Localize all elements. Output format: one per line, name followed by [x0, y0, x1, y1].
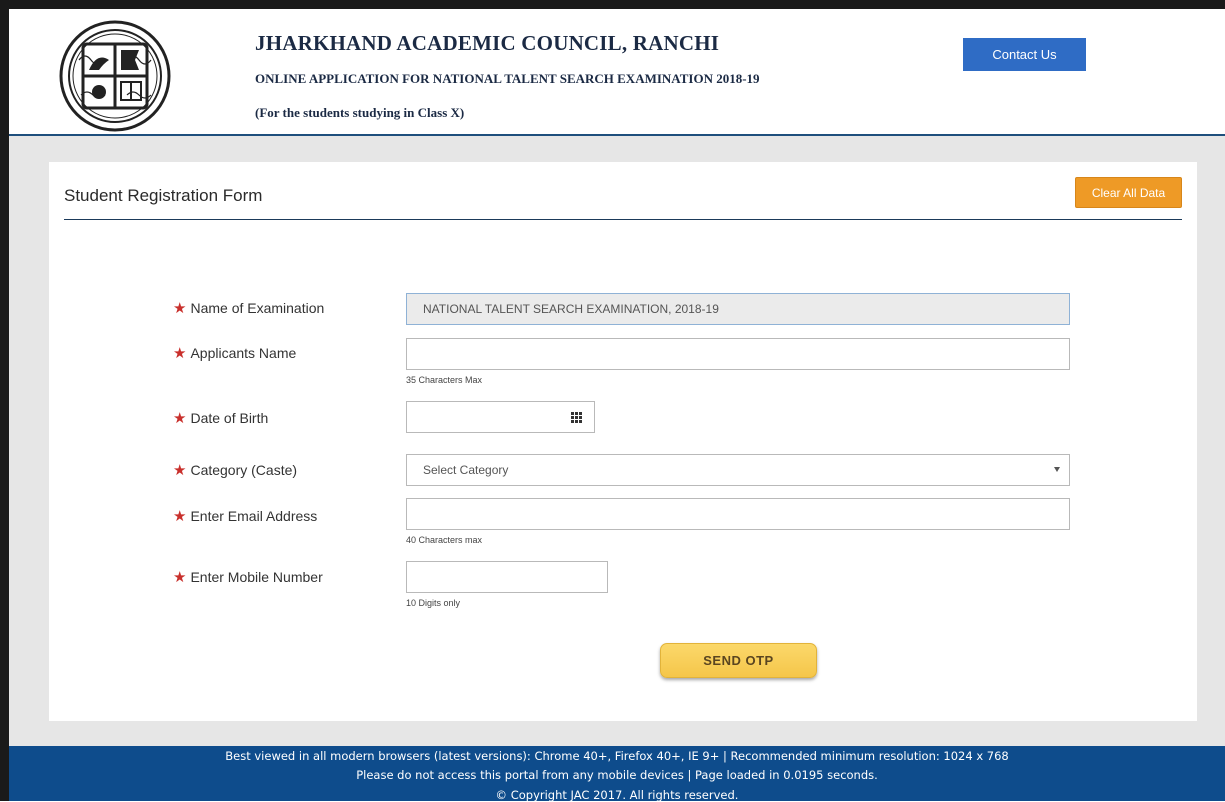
- form-title: Student Registration Form: [64, 186, 263, 205]
- email-input[interactable]: [406, 498, 1070, 530]
- email-hint: 40 Characters max: [406, 535, 483, 545]
- mobile-input[interactable]: [406, 561, 608, 593]
- footer-mobile-notice: Please do not access this portal from an…: [356, 768, 878, 782]
- applicant-name-label: ★ Applicants Name: [173, 345, 297, 362]
- required-star-icon: ★: [173, 462, 187, 479]
- dob-label: ★ Date of Birth: [173, 410, 269, 427]
- clear-all-data-button[interactable]: Clear All Data: [1075, 177, 1182, 208]
- chevron-down-icon: [1054, 467, 1060, 472]
- category-select[interactable]: Select Category: [406, 454, 1070, 486]
- calendar-icon[interactable]: [571, 412, 582, 423]
- required-star-icon: ★: [173, 508, 187, 525]
- required-star-icon: ★: [173, 300, 187, 317]
- mobile-hint: 10 Digits only: [406, 598, 461, 608]
- page-footer: Best viewed in all modern browsers (late…: [9, 746, 1225, 802]
- page-title: JHARKHAND ACADEMIC COUNCIL, RANCHI: [255, 31, 720, 55]
- email-label: ★ Enter Email Address: [173, 508, 318, 525]
- footer-copyright: © Copyright JAC 2017. All rights reserve…: [495, 788, 739, 802]
- dob-input[interactable]: [406, 401, 595, 433]
- jac-emblem-icon: [59, 20, 171, 132]
- applicant-name-hint: 35 Characters Max: [406, 375, 483, 385]
- required-star-icon: ★: [173, 410, 187, 427]
- category-label: ★ Category (Caste): [173, 462, 298, 479]
- footer-browser-info: Best viewed in all modern browsers (late…: [225, 749, 1009, 763]
- applicant-name-input[interactable]: [406, 338, 1070, 370]
- page-header: JHARKHAND ACADEMIC COUNCIL, RANCHI ONLIN…: [9, 9, 1225, 136]
- main-content: Student Registration Form Clear All Data…: [9, 136, 1225, 746]
- contact-us-button[interactable]: Contact Us: [963, 38, 1086, 71]
- page-subtitle-class: (For the students studying in Class X): [255, 105, 465, 120]
- registration-card: Student Registration Form Clear All Data…: [49, 162, 1197, 721]
- send-otp-button[interactable]: SEND OTP: [660, 643, 817, 678]
- mobile-label: ★ Enter Mobile Number: [173, 569, 323, 586]
- exam-name-label: ★ Name of Examination: [173, 300, 325, 317]
- title-divider: [64, 219, 1182, 220]
- category-selected-value: Select Category: [423, 463, 509, 477]
- required-star-icon: ★: [173, 345, 187, 362]
- exam-name-field: NATIONAL TALENT SEARCH EXAMINATION, 2018…: [406, 293, 1070, 325]
- required-star-icon: ★: [173, 569, 187, 586]
- page-subtitle: ONLINE APPLICATION FOR NATIONAL TALENT S…: [255, 71, 760, 86]
